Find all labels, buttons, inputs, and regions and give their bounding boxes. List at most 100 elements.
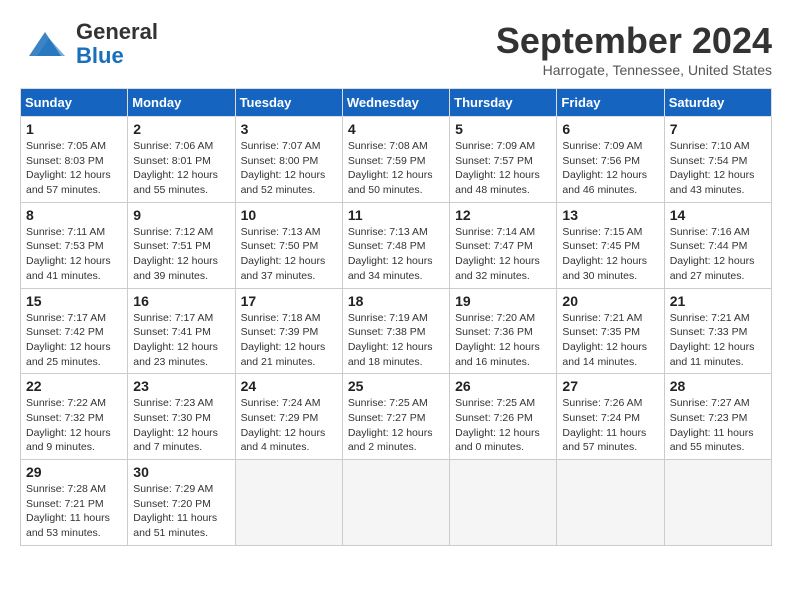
calendar-day-cell: 30 Sunrise: 7:29 AM Sunset: 7:20 PM Dayl… — [128, 460, 235, 546]
day-number: 30 — [133, 464, 229, 480]
weekday-header: Thursday — [450, 89, 557, 117]
calendar-day-cell: 26 Sunrise: 7:25 AM Sunset: 7:26 PM Dayl… — [450, 374, 557, 460]
day-info: Sunrise: 7:10 AM Sunset: 7:54 PM Dayligh… — [670, 139, 766, 198]
calendar-day-cell: 13 Sunrise: 7:15 AM Sunset: 7:45 PM Dayl… — [557, 202, 664, 288]
day-number: 24 — [241, 378, 337, 394]
day-number: 11 — [348, 207, 444, 223]
calendar-table: SundayMondayTuesdayWednesdayThursdayFrid… — [20, 88, 772, 546]
month-title: September 2024 — [496, 20, 772, 62]
calendar-day-cell: 28 Sunrise: 7:27 AM Sunset: 7:23 PM Dayl… — [664, 374, 771, 460]
day-info: Sunrise: 7:18 AM Sunset: 7:39 PM Dayligh… — [241, 311, 337, 370]
day-info: Sunrise: 7:11 AM Sunset: 7:53 PM Dayligh… — [26, 225, 122, 284]
day-info: Sunrise: 7:21 AM Sunset: 7:33 PM Dayligh… — [670, 311, 766, 370]
day-number: 10 — [241, 207, 337, 223]
day-number: 23 — [133, 378, 229, 394]
calendar-day-cell: 5 Sunrise: 7:09 AM Sunset: 7:57 PM Dayli… — [450, 117, 557, 203]
day-info: Sunrise: 7:06 AM Sunset: 8:01 PM Dayligh… — [133, 139, 229, 198]
calendar-day-cell: 8 Sunrise: 7:11 AM Sunset: 7:53 PM Dayli… — [21, 202, 128, 288]
day-number: 14 — [670, 207, 766, 223]
day-number: 16 — [133, 293, 229, 309]
calendar-day-cell: 10 Sunrise: 7:13 AM Sunset: 7:50 PM Dayl… — [235, 202, 342, 288]
day-number: 13 — [562, 207, 658, 223]
logo-text: General Blue — [76, 20, 158, 68]
day-info: Sunrise: 7:20 AM Sunset: 7:36 PM Dayligh… — [455, 311, 551, 370]
calendar-day-cell: 25 Sunrise: 7:25 AM Sunset: 7:27 PM Dayl… — [342, 374, 449, 460]
calendar-day-cell — [235, 460, 342, 546]
weekday-header: Monday — [128, 89, 235, 117]
day-info: Sunrise: 7:05 AM Sunset: 8:03 PM Dayligh… — [26, 139, 122, 198]
calendar-day-cell: 15 Sunrise: 7:17 AM Sunset: 7:42 PM Dayl… — [21, 288, 128, 374]
calendar-day-cell: 17 Sunrise: 7:18 AM Sunset: 7:39 PM Dayl… — [235, 288, 342, 374]
day-number: 28 — [670, 378, 766, 394]
day-info: Sunrise: 7:22 AM Sunset: 7:32 PM Dayligh… — [26, 396, 122, 455]
calendar-week-row: 15 Sunrise: 7:17 AM Sunset: 7:42 PM Dayl… — [21, 288, 772, 374]
day-info: Sunrise: 7:13 AM Sunset: 7:48 PM Dayligh… — [348, 225, 444, 284]
calendar-day-cell: 24 Sunrise: 7:24 AM Sunset: 7:29 PM Dayl… — [235, 374, 342, 460]
calendar-day-cell: 2 Sunrise: 7:06 AM Sunset: 8:01 PM Dayli… — [128, 117, 235, 203]
subtitle: Harrogate, Tennessee, United States — [496, 62, 772, 78]
day-number: 7 — [670, 121, 766, 137]
title-block: September 2024 Harrogate, Tennessee, Uni… — [496, 20, 772, 78]
day-info: Sunrise: 7:13 AM Sunset: 7:50 PM Dayligh… — [241, 225, 337, 284]
calendar-week-row: 8 Sunrise: 7:11 AM Sunset: 7:53 PM Dayli… — [21, 202, 772, 288]
day-number: 20 — [562, 293, 658, 309]
day-number: 2 — [133, 121, 229, 137]
day-info: Sunrise: 7:09 AM Sunset: 7:57 PM Dayligh… — [455, 139, 551, 198]
day-number: 27 — [562, 378, 658, 394]
day-number: 26 — [455, 378, 551, 394]
day-info: Sunrise: 7:28 AM Sunset: 7:21 PM Dayligh… — [26, 482, 122, 541]
calendar-day-cell: 18 Sunrise: 7:19 AM Sunset: 7:38 PM Dayl… — [342, 288, 449, 374]
day-info: Sunrise: 7:17 AM Sunset: 7:41 PM Dayligh… — [133, 311, 229, 370]
weekday-header: Saturday — [664, 89, 771, 117]
calendar-day-cell: 20 Sunrise: 7:21 AM Sunset: 7:35 PM Dayl… — [557, 288, 664, 374]
weekday-header: Friday — [557, 89, 664, 117]
day-number: 12 — [455, 207, 551, 223]
day-info: Sunrise: 7:16 AM Sunset: 7:44 PM Dayligh… — [670, 225, 766, 284]
day-info: Sunrise: 7:25 AM Sunset: 7:27 PM Dayligh… — [348, 396, 444, 455]
day-number: 19 — [455, 293, 551, 309]
calendar-day-cell: 1 Sunrise: 7:05 AM Sunset: 8:03 PM Dayli… — [21, 117, 128, 203]
calendar-day-cell: 23 Sunrise: 7:23 AM Sunset: 7:30 PM Dayl… — [128, 374, 235, 460]
logo: General Blue — [20, 20, 158, 68]
weekday-header: Sunday — [21, 89, 128, 117]
calendar-day-cell: 29 Sunrise: 7:28 AM Sunset: 7:21 PM Dayl… — [21, 460, 128, 546]
day-number: 8 — [26, 207, 122, 223]
calendar-day-cell: 16 Sunrise: 7:17 AM Sunset: 7:41 PM Dayl… — [128, 288, 235, 374]
day-info: Sunrise: 7:21 AM Sunset: 7:35 PM Dayligh… — [562, 311, 658, 370]
calendar-day-cell: 6 Sunrise: 7:09 AM Sunset: 7:56 PM Dayli… — [557, 117, 664, 203]
page-header: General Blue September 2024 Harrogate, T… — [20, 20, 772, 78]
calendar-day-cell: 3 Sunrise: 7:07 AM Sunset: 8:00 PM Dayli… — [235, 117, 342, 203]
day-number: 9 — [133, 207, 229, 223]
day-number: 25 — [348, 378, 444, 394]
day-info: Sunrise: 7:25 AM Sunset: 7:26 PM Dayligh… — [455, 396, 551, 455]
day-number: 22 — [26, 378, 122, 394]
day-info: Sunrise: 7:07 AM Sunset: 8:00 PM Dayligh… — [241, 139, 337, 198]
calendar-day-cell: 9 Sunrise: 7:12 AM Sunset: 7:51 PM Dayli… — [128, 202, 235, 288]
calendar-day-cell — [557, 460, 664, 546]
weekday-header: Tuesday — [235, 89, 342, 117]
day-number: 29 — [26, 464, 122, 480]
day-number: 18 — [348, 293, 444, 309]
calendar-day-cell: 14 Sunrise: 7:16 AM Sunset: 7:44 PM Dayl… — [664, 202, 771, 288]
calendar-day-cell: 27 Sunrise: 7:26 AM Sunset: 7:24 PM Dayl… — [557, 374, 664, 460]
day-number: 4 — [348, 121, 444, 137]
calendar-day-cell — [664, 460, 771, 546]
calendar-week-row: 29 Sunrise: 7:28 AM Sunset: 7:21 PM Dayl… — [21, 460, 772, 546]
calendar-day-cell: 21 Sunrise: 7:21 AM Sunset: 7:33 PM Dayl… — [664, 288, 771, 374]
day-info: Sunrise: 7:26 AM Sunset: 7:24 PM Dayligh… — [562, 396, 658, 455]
day-info: Sunrise: 7:27 AM Sunset: 7:23 PM Dayligh… — [670, 396, 766, 455]
logo-icon — [20, 24, 70, 64]
day-info: Sunrise: 7:23 AM Sunset: 7:30 PM Dayligh… — [133, 396, 229, 455]
weekday-header-row: SundayMondayTuesdayWednesdayThursdayFrid… — [21, 89, 772, 117]
day-info: Sunrise: 7:24 AM Sunset: 7:29 PM Dayligh… — [241, 396, 337, 455]
day-number: 17 — [241, 293, 337, 309]
day-info: Sunrise: 7:14 AM Sunset: 7:47 PM Dayligh… — [455, 225, 551, 284]
calendar-day-cell: 22 Sunrise: 7:22 AM Sunset: 7:32 PM Dayl… — [21, 374, 128, 460]
calendar-day-cell: 7 Sunrise: 7:10 AM Sunset: 7:54 PM Dayli… — [664, 117, 771, 203]
day-number: 6 — [562, 121, 658, 137]
calendar-day-cell: 4 Sunrise: 7:08 AM Sunset: 7:59 PM Dayli… — [342, 117, 449, 203]
calendar-day-cell: 12 Sunrise: 7:14 AM Sunset: 7:47 PM Dayl… — [450, 202, 557, 288]
calendar-day-cell: 11 Sunrise: 7:13 AM Sunset: 7:48 PM Dayl… — [342, 202, 449, 288]
day-info: Sunrise: 7:15 AM Sunset: 7:45 PM Dayligh… — [562, 225, 658, 284]
day-info: Sunrise: 7:09 AM Sunset: 7:56 PM Dayligh… — [562, 139, 658, 198]
